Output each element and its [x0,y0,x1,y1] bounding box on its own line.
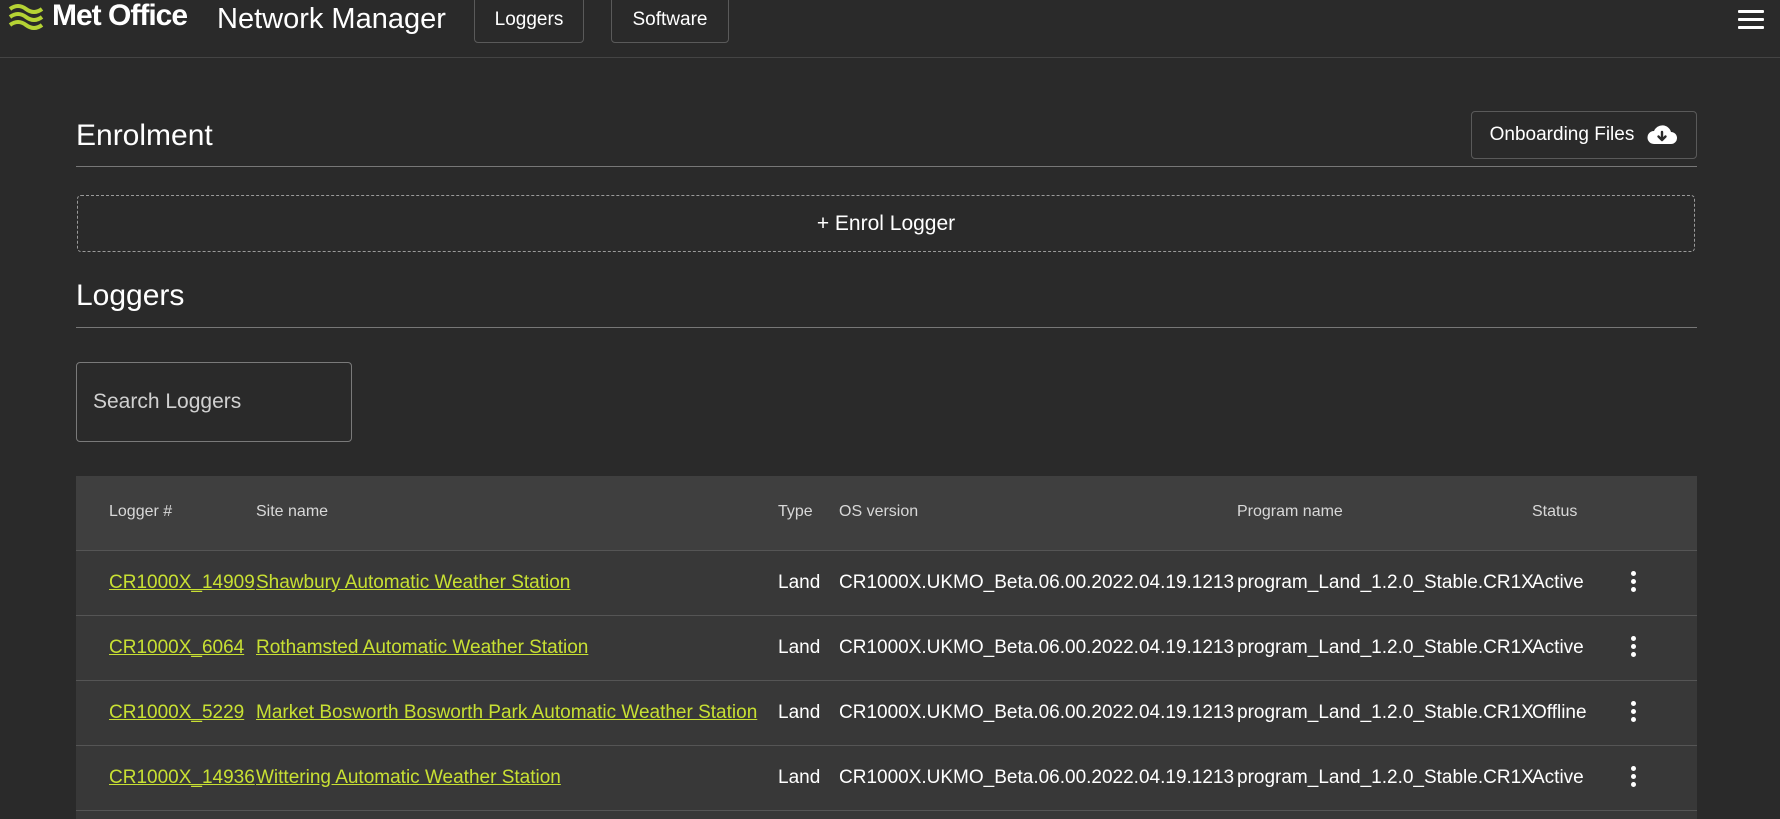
logger-id-link[interactable]: CR1000X_14936 [109,767,255,789]
column-header-logger[interactable]: Logger # [109,503,172,521]
status-text: Active [1532,572,1584,593]
site-name-link[interactable]: Rothamsted Automatic Weather Station [256,637,588,659]
status-text: Offline [1532,702,1587,723]
onboarding-files-label: Onboarding Files [1489,124,1635,145]
os-version: CR1000X.UKMO_Beta.06.00.2022.04.19.1213 [839,702,1235,723]
logger-id-link[interactable]: CR1000X_14909 [109,572,255,594]
column-header-type[interactable]: Type [778,503,813,521]
logger-type: Land [778,637,821,658]
more-options-icon[interactable] [1626,766,1640,792]
program-name: program_Land_1.2.0_Stable.CR1X [1237,702,1534,723]
os-version: CR1000X.UKMO_Beta.06.00.2022.04.19.1213 [839,637,1235,658]
column-header-status[interactable]: Status [1532,503,1577,521]
enrolment-title: Enrolment [76,119,213,152]
logger-id-link[interactable]: CR1000X_5229 [109,702,244,724]
logger-type: Land [778,572,821,593]
site-name-link[interactable]: Market Bosworth Bosworth Park Automatic … [256,702,757,724]
cloud-download-icon [1646,123,1678,147]
loggers-divider [76,327,1697,328]
onboarding-files-button[interactable]: Onboarding Files [1471,111,1697,159]
app-title: Network Manager [217,3,446,35]
os-version: CR1000X.UKMO_Beta.06.00.2022.04.19.1213 [839,767,1235,788]
table-header: Logger # Site name Type OS version Progr… [76,476,1697,551]
loggers-title: Loggers [76,279,185,312]
more-options-icon[interactable] [1626,701,1640,727]
logo-text: Met Office [52,0,188,32]
nav-software-button[interactable]: Software [611,0,729,43]
table-row: CR1000X_14909 Shawbury Automatic Weather… [76,551,1697,616]
column-header-os-version[interactable]: OS version [839,503,918,521]
loggers-table: Logger # Site name Type OS version Progr… [76,476,1697,819]
more-options-icon[interactable] [1626,571,1640,597]
status-text: Active [1532,637,1584,658]
top-header: Met Office Network Manager Loggers Softw… [0,0,1780,58]
program-name: program_Land_1.2.0_Stable.CR1X [1237,572,1534,593]
hamburger-menu-icon[interactable] [1738,10,1764,30]
more-options-icon[interactable] [1626,636,1640,662]
table-row: CR1000X_14936 Wittering Automatic Weathe… [76,746,1697,811]
enrol-logger-button[interactable]: + Enrol Logger [77,195,1695,252]
column-header-site-name[interactable]: Site name [256,503,328,521]
table-row: CR1000X_5229 Market Bosworth Bosworth Pa… [76,681,1697,746]
column-header-program-name[interactable]: Program name [1237,503,1343,521]
status-text: Active [1532,767,1584,788]
table-row: CR1000X_6064 Rothamsted Automatic Weathe… [76,616,1697,681]
nav-loggers-button[interactable]: Loggers [474,0,584,43]
os-version: CR1000X.UKMO_Beta.06.00.2022.04.19.1213 [839,572,1235,593]
search-loggers-input[interactable] [76,362,352,442]
site-name-link[interactable]: Wittering Automatic Weather Station [256,767,561,789]
met-office-logo[interactable]: Met Office [8,0,188,34]
logger-type: Land [778,767,821,788]
logger-type: Land [778,702,821,723]
program-name: program_Land_1.2.0_Stable.CR1X [1237,767,1534,788]
met-office-logo-icon [8,4,44,30]
enrolment-divider [76,166,1697,167]
site-name-link[interactable]: Shawbury Automatic Weather Station [256,572,570,594]
logger-id-link[interactable]: CR1000X_6064 [109,637,244,659]
program-name: program_Land_1.2.0_Stable.CR1X [1237,637,1534,658]
